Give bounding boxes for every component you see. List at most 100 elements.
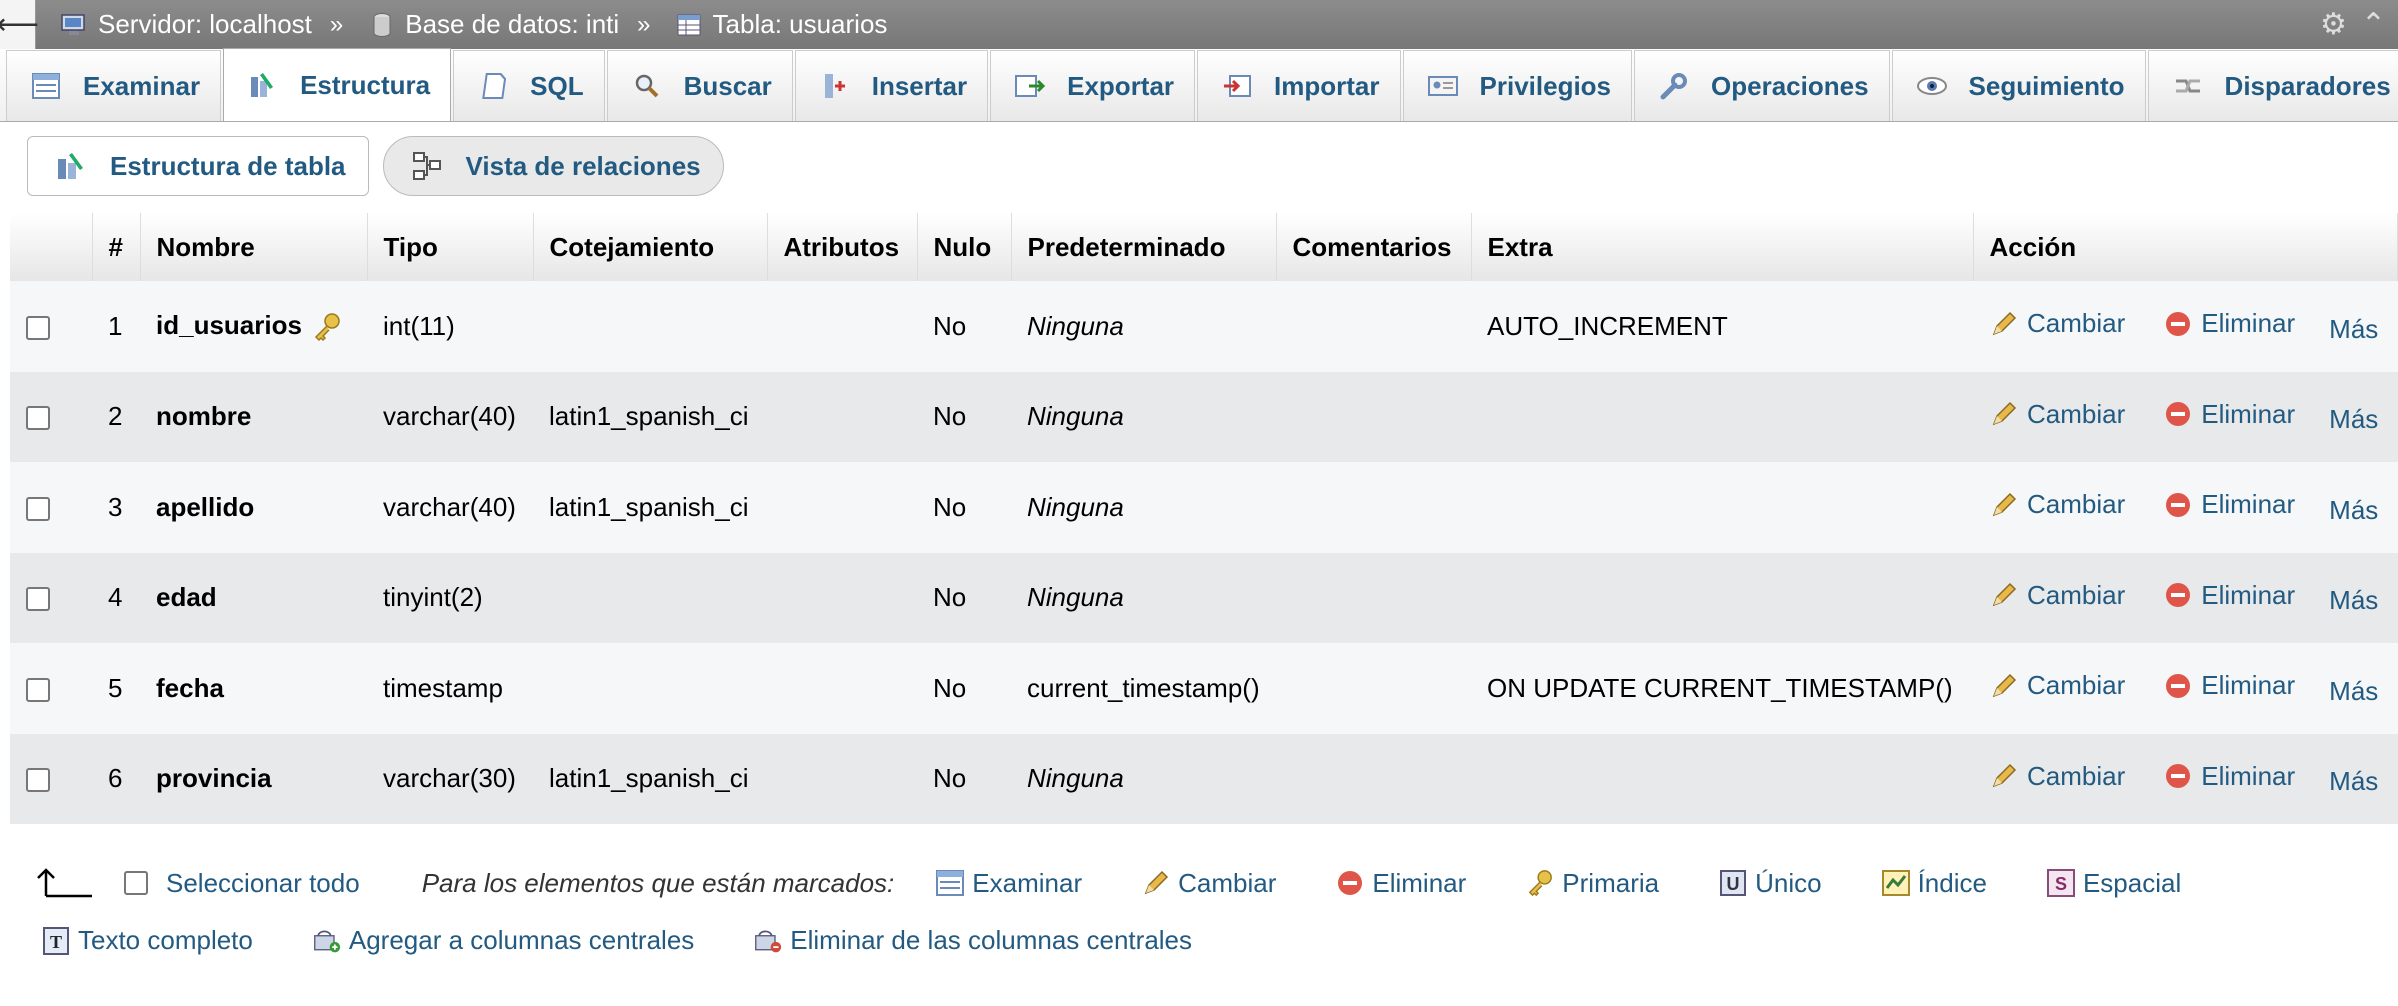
structure-icon xyxy=(246,70,280,100)
bulk-spatial-link[interactable]: S Espacial xyxy=(2046,868,2181,899)
cell-actions: Cambiar Eliminar Más xyxy=(1973,552,2398,643)
cell-null: No xyxy=(917,281,1011,372)
breadcrumb-bar: ⟵ Servidor: localhost » Base de datos: i… xyxy=(0,0,2398,49)
row-checkbox[interactable] xyxy=(26,315,50,340)
bulk-index-link[interactable]: Índice xyxy=(1881,868,1987,899)
cell-comments xyxy=(1276,552,1471,643)
cell-num: 2 xyxy=(92,371,140,462)
search-icon xyxy=(630,71,664,101)
change-link[interactable]: Cambiar xyxy=(1989,761,2125,792)
import-icon xyxy=(1220,71,1254,101)
column-name[interactable]: apellido xyxy=(156,492,254,522)
breadcrumb-server[interactable]: Servidor: localhost » xyxy=(60,9,343,40)
tab-seguimiento[interactable]: Seguimiento xyxy=(1891,50,2146,121)
tab-exportar[interactable]: Exportar xyxy=(990,50,1196,121)
insert-icon xyxy=(818,71,852,101)
change-link[interactable]: Cambiar xyxy=(1989,580,2125,611)
select-all-checkbox[interactable] xyxy=(124,871,148,895)
subnav: Estructura de tabla Vista de relaciones xyxy=(27,136,724,196)
drop-link[interactable]: Eliminar xyxy=(2163,399,2295,430)
more-link[interactable]: Más xyxy=(2329,314,2378,345)
more-link[interactable]: Más xyxy=(2329,585,2378,616)
cell-extra: ON UPDATE CURRENT_TIMESTAMP() xyxy=(1471,643,1973,734)
structure-table-button[interactable]: Estructura de tabla xyxy=(27,136,369,196)
tab-insertar[interactable]: Insertar xyxy=(794,50,989,121)
header-name[interactable]: Nombre xyxy=(140,213,368,281)
cell-null: No xyxy=(917,552,1011,643)
tab-sql[interactable]: SQL xyxy=(453,50,605,121)
cell-extra: AUTO_INCREMENT xyxy=(1471,281,1973,372)
row-checkbox[interactable] xyxy=(26,496,50,521)
column-name[interactable]: fecha xyxy=(156,673,224,703)
drop-link[interactable]: Eliminar xyxy=(2163,670,2295,701)
bulk-fulltext-link[interactable]: T Texto completo xyxy=(42,925,253,956)
bulk-central-add-link[interactable]: Agregar a columnas centrales xyxy=(313,925,694,956)
more-link[interactable]: Más xyxy=(2329,404,2378,435)
column-name[interactable]: nombre xyxy=(156,401,251,431)
tab-privilegios[interactable]: Privilegios xyxy=(1402,50,1633,121)
cell-attributes xyxy=(767,643,917,734)
cell-type: int(11) xyxy=(367,281,533,372)
drop-link[interactable]: Eliminar xyxy=(2163,308,2295,339)
bulk-browse-link[interactable]: Examinar xyxy=(936,868,1082,899)
cell-num: 4 xyxy=(92,552,140,643)
column-name[interactable]: provincia xyxy=(156,763,272,793)
tab-buscar[interactable]: Buscar xyxy=(606,50,793,121)
column-name[interactable]: id_usuarios xyxy=(156,310,302,340)
primary-key-icon xyxy=(312,312,342,342)
tab-operaciones[interactable]: Operaciones xyxy=(1634,50,1890,121)
column-name[interactable]: edad xyxy=(156,582,217,612)
structure-icon xyxy=(54,150,90,182)
bulk-pencil-link[interactable]: Cambiar xyxy=(1142,868,1276,899)
cell-collation xyxy=(533,281,767,372)
header-comments: Comentarios xyxy=(1276,213,1472,281)
more-link[interactable]: Más xyxy=(2329,676,2378,707)
change-link[interactable]: Cambiar xyxy=(1989,670,2125,701)
collapse-icon[interactable]: ⌃ xyxy=(2361,7,2386,42)
cell-null: No xyxy=(917,733,1011,824)
breadcrumb-table[interactable]: Tabla: usuarios xyxy=(675,9,887,40)
header-attributes: Atributos xyxy=(767,213,918,281)
row-checkbox[interactable] xyxy=(26,406,50,431)
relation-view-button[interactable]: Vista de relaciones xyxy=(382,136,724,196)
bulk-key-link[interactable]: Primaria xyxy=(1526,868,1659,899)
bulk-central-remove-link[interactable]: Eliminar de las columnas centrales xyxy=(754,925,1192,956)
row-checkbox[interactable] xyxy=(26,587,50,612)
header-collation: Cotejamiento xyxy=(533,213,768,281)
arrow-up-left-icon xyxy=(36,866,94,900)
tab-examinar[interactable]: Examinar xyxy=(6,50,222,121)
cell-extra xyxy=(1471,552,1973,643)
change-link[interactable]: Cambiar xyxy=(1989,308,2125,339)
row-checkbox[interactable] xyxy=(26,677,50,702)
cell-type: varchar(30) xyxy=(367,733,533,824)
bulk-unique-link[interactable]: U Único xyxy=(1719,868,1822,899)
tab-importar[interactable]: Importar xyxy=(1197,50,1401,121)
settings-gear-icon[interactable]: ⚙ xyxy=(2320,7,2347,42)
more-link[interactable]: Más xyxy=(2329,495,2378,526)
drop-link[interactable]: Eliminar xyxy=(2163,761,2295,792)
bulk-delete-link[interactable]: Eliminar xyxy=(1336,868,1466,899)
cell-attributes xyxy=(767,281,917,372)
cell-name: apellido xyxy=(140,462,367,553)
back-arrow-icon[interactable]: ⟵ xyxy=(0,0,39,49)
drop-link[interactable]: Eliminar xyxy=(2163,489,2295,520)
row-checkbox-cell xyxy=(10,371,92,462)
delete-icon xyxy=(2163,671,2193,701)
more-link[interactable]: Más xyxy=(2329,766,2378,797)
cell-actions: Cambiar Eliminar Más xyxy=(1973,733,2398,824)
header-num: # xyxy=(92,213,141,281)
breadcrumb-database[interactable]: Base de datos: inti » xyxy=(367,9,651,40)
header-checkbox xyxy=(10,213,93,281)
tab-disparadores[interactable]: Disparadores xyxy=(2147,50,2398,121)
change-link[interactable]: Cambiar xyxy=(1989,489,2125,520)
tab-estructura[interactable]: Estructura xyxy=(223,48,452,121)
change-link[interactable]: Cambiar xyxy=(1989,399,2125,430)
delete-icon xyxy=(1336,869,1364,897)
select-all-label[interactable]: Seleccionar todo xyxy=(166,868,360,899)
structure-table: # Nombre Tipo Cotejamiento Atributos Nul… xyxy=(10,213,2398,824)
row-checkbox[interactable] xyxy=(26,768,50,793)
pencil-icon xyxy=(1142,869,1170,897)
drop-link[interactable]: Eliminar xyxy=(2163,580,2295,611)
cell-default: current_timestamp() xyxy=(1011,643,1276,734)
fulltext-icon: T xyxy=(42,926,70,955)
